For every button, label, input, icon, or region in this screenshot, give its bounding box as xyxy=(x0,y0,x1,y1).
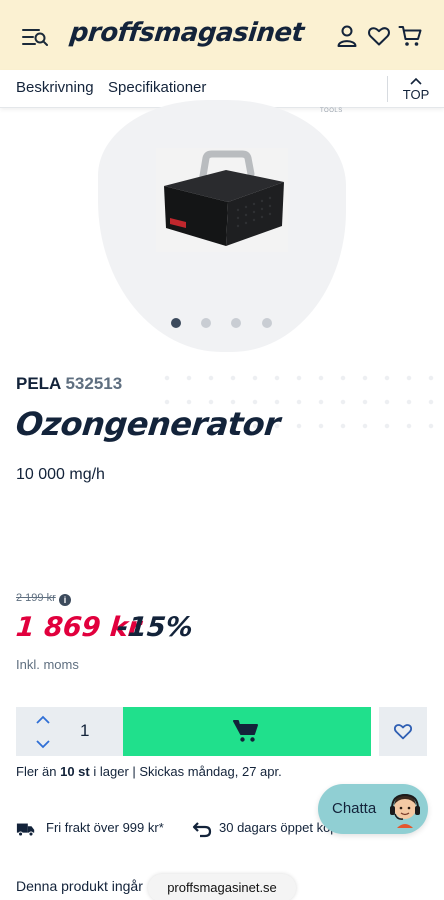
carousel-dot-2[interactable] xyxy=(201,318,211,328)
chat-label: Chatta xyxy=(332,800,377,817)
stock-quantity: 10 st xyxy=(60,764,90,779)
quantity-increase-icon[interactable] xyxy=(34,713,52,727)
vat-note: Inkl. moms xyxy=(16,657,79,672)
tab-description[interactable]: Beskrivning xyxy=(16,79,94,96)
user-icon[interactable] xyxy=(335,24,359,48)
product-title: Ozongenerator xyxy=(14,405,282,443)
quantity-stepper: 1 xyxy=(16,707,123,756)
scroll-top-button[interactable]: TOP xyxy=(396,74,436,104)
usp-free-shipping: Fri frakt över 999 kr* xyxy=(46,820,164,835)
product-brand[interactable]: PELA xyxy=(16,374,61,393)
stock-status: Fler än 10 st i lager | Skickas måndag, … xyxy=(16,764,282,779)
bundle-text: Denna produkt ingår xyxy=(16,878,143,894)
brand-watermark: TOOLS xyxy=(320,108,343,114)
stock-prefix: Fler än xyxy=(16,764,57,779)
tab-specifications[interactable]: Specifikationer xyxy=(108,79,206,96)
product-brand-line: PELA 532513 xyxy=(16,374,122,394)
heart-icon[interactable] xyxy=(367,24,391,48)
carousel-dot-4[interactable] xyxy=(262,318,272,328)
info-icon[interactable]: i xyxy=(59,594,71,606)
site-header: proffsmagasinet xyxy=(0,0,444,70)
browser-url: proffsmagasinet.se xyxy=(167,880,277,895)
stock-suffix: i lager | Skickas måndag, 27 apr. xyxy=(93,764,282,779)
cart-add-icon xyxy=(233,720,258,742)
carousel-dot-3[interactable] xyxy=(231,318,241,328)
carousel-dot-1[interactable] xyxy=(171,318,181,328)
product-subtitle: 10 000 mg/h xyxy=(16,466,105,483)
heart-icon xyxy=(393,724,413,740)
cart-icon[interactable] xyxy=(398,24,422,48)
quantity-input[interactable]: 1 xyxy=(80,721,89,741)
browser-url-pill[interactable]: proffsmagasinet.se xyxy=(148,874,296,900)
chevron-up-icon xyxy=(410,77,422,85)
quantity-decrease-icon[interactable] xyxy=(34,737,52,751)
site-logo[interactable]: proffsmagasinet xyxy=(68,18,305,48)
add-to-cart-button[interactable] xyxy=(123,707,371,756)
support-agent-avatar-icon xyxy=(390,793,420,828)
usp-open-purchase: 30 dagars öppet köp xyxy=(219,820,338,835)
wishlist-button[interactable] xyxy=(379,707,427,756)
article-number: 532513 xyxy=(65,374,123,393)
tab-divider xyxy=(387,76,388,102)
discount-badge: -15% xyxy=(115,612,195,643)
old-price: 2 199 kr xyxy=(16,592,56,604)
scroll-top-label: TOP xyxy=(402,87,430,102)
product-image[interactable] xyxy=(156,148,288,252)
menu-search-icon[interactable] xyxy=(22,27,48,47)
return-arrow-icon xyxy=(192,822,212,838)
truck-icon xyxy=(16,823,35,837)
chat-button[interactable]: Chatta xyxy=(318,784,428,834)
